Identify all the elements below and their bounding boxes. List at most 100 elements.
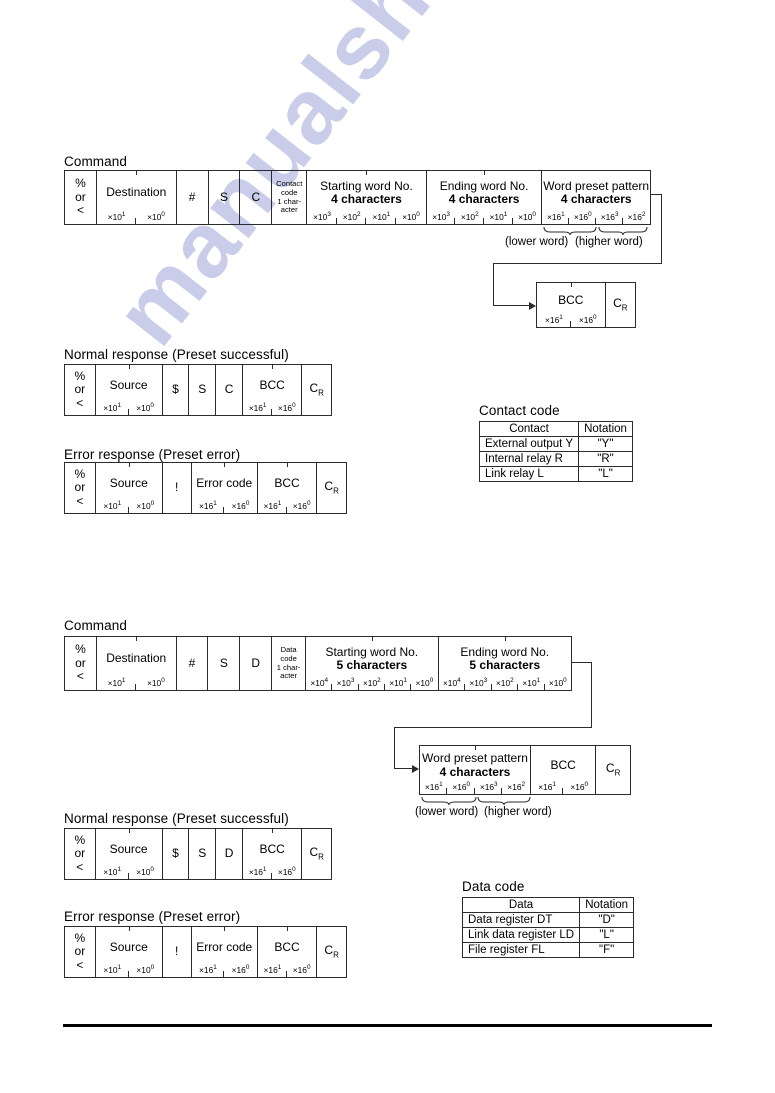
table-row: Link relay L "L" xyxy=(478,466,634,482)
cell-cr: CR xyxy=(324,478,339,496)
table-row: External output Y "Y" xyxy=(478,436,634,452)
block2-error-title: Error response (Preset error) xyxy=(64,909,241,924)
cell-starting-word-no: Starting word No. 5 characters ×104 ×103… xyxy=(306,636,439,690)
cell-d: D xyxy=(240,637,273,690)
data-label: Link data register LD xyxy=(461,927,581,943)
notation-value: "D" xyxy=(579,912,635,928)
higher-word-label-1: (higher word) xyxy=(575,236,643,248)
contact-label: Internal relay R xyxy=(478,451,580,467)
connector-2-seg3 xyxy=(394,727,592,728)
th-notation: Notation xyxy=(578,421,634,437)
cell-s: S xyxy=(189,829,217,879)
connector-2-seg1 xyxy=(572,662,592,663)
block1-normal-title: Normal response (Preset successful) xyxy=(64,347,289,362)
cell-cr: CR xyxy=(613,295,628,313)
contact-code-title: Contact code xyxy=(479,403,560,418)
cell-source: Source ×101 ×100 xyxy=(96,926,163,977)
table-row: File register FL "F" xyxy=(461,942,635,958)
cell-bcc: BCC ×161 ×160 xyxy=(537,282,606,327)
cell-c: C xyxy=(240,171,273,224)
block2-preset-frame: Word preset pattern 4 characters ×161 ×1… xyxy=(419,745,631,795)
cell-bcc: BCC ×161 ×160 xyxy=(243,828,303,879)
block1-error-frame: % or < Source ×101 ×100 ! Error code ×16… xyxy=(64,462,347,514)
cell-hash: # xyxy=(177,637,209,690)
connector-2-seg4 xyxy=(394,727,395,769)
cell-ending-word-no: Ending word No. 4 characters ×103 ×102 ×… xyxy=(427,170,543,224)
cell-error-code: Error code ×161 ×160 xyxy=(192,462,258,513)
cell-d: D xyxy=(216,829,244,879)
cell-dollar: $ xyxy=(163,829,190,879)
exp-d0: ×100 xyxy=(147,211,165,222)
connector-1-seg3 xyxy=(493,263,662,264)
lower-word-label-1: (lower word) xyxy=(505,236,569,248)
table-header-row: Data Notation xyxy=(461,897,635,913)
cell-source: Source ×101 ×100 xyxy=(96,364,163,415)
connector-1-seg5 xyxy=(493,305,532,306)
block2-command-title: Command xyxy=(64,618,127,633)
connector-1-seg4 xyxy=(493,263,494,306)
cell-start-code: % or < xyxy=(65,927,96,977)
cell-start-code: % or < xyxy=(65,365,96,415)
cell-destination: Destination ×101 ×100 xyxy=(97,636,177,690)
block2-command-frame: % or < Destination ×101 ×100 # S D Data … xyxy=(64,636,572,691)
notation-value: "R" xyxy=(578,451,634,467)
block2-normal-title: Normal response (Preset successful) xyxy=(64,811,289,826)
table-row: Internal relay R "R" xyxy=(478,451,634,467)
exp-d1: ×101 xyxy=(97,211,137,224)
block1-error-title: Error response (Preset error) xyxy=(64,447,241,462)
connector-2-seg2 xyxy=(591,662,592,728)
block1-normal-frame: % or < Source ×101 ×100 $ S C BCC ×161 ×… xyxy=(64,364,332,416)
connector-1-arrow xyxy=(529,302,536,310)
cell-exclamation: ! xyxy=(163,463,192,513)
cell-start-code: % or < xyxy=(65,463,96,513)
cell-s: S xyxy=(208,637,241,690)
cell-dollar: $ xyxy=(163,365,190,415)
cell-bcc: BCC ×161 ×160 xyxy=(258,926,318,977)
notation-value: "L" xyxy=(578,466,634,482)
document-page: manualshive.com Command % or < Destinati… xyxy=(0,0,775,1093)
cell-word-preset-pattern: Word preset pattern 4 characters ×161 ×1… xyxy=(420,745,531,794)
cell-source: Source ×101 ×100 xyxy=(96,828,163,879)
data-label: Data register DT xyxy=(461,912,581,928)
notation-value: "L" xyxy=(579,927,635,943)
lower-word-brace-2 xyxy=(421,796,477,805)
block1-bcc-frame: BCC ×161 ×160 CR xyxy=(536,282,636,328)
cell-start-code: % or < xyxy=(65,829,96,879)
data-code-title: Data code xyxy=(462,879,525,894)
connector-2-arrow xyxy=(412,765,419,773)
contact-label: External output Y xyxy=(478,436,580,452)
cell-start-code: % or < xyxy=(65,637,97,690)
block1-command-frame: % or < Destination ×101 ×100 # S C Conta… xyxy=(64,170,651,225)
th-contact: Contact xyxy=(478,421,580,437)
data-label: File register FL xyxy=(461,942,581,958)
cell-cr: CR xyxy=(324,942,339,960)
footer-rule xyxy=(63,1024,712,1027)
cell-error-code: Error code ×161 ×160 xyxy=(192,926,258,977)
cell-start-code: % or < xyxy=(65,171,97,224)
notation-value: "F" xyxy=(579,942,635,958)
cell-destination: Destination ×101 ×100 xyxy=(97,170,177,224)
cell-source: Source ×101 ×100 xyxy=(96,462,163,513)
table-row: Link data register LD "L" xyxy=(461,927,635,943)
cell-s: S xyxy=(189,365,217,415)
block2-normal-frame: % or < Source ×101 ×100 $ S D BCC ×161 ×… xyxy=(64,828,332,880)
th-notation: Notation xyxy=(579,897,635,913)
cell-word-preset-pattern: Word preset pattern 4 characters ×161 ×1… xyxy=(543,178,650,224)
cell-hash: # xyxy=(177,171,209,224)
cell-bcc: BCC ×161 ×160 xyxy=(531,746,597,794)
cell-data-code: Data code 1 char- acter xyxy=(272,637,307,690)
higher-word-brace-1 xyxy=(598,226,650,235)
cell-bcc: BCC ×161 ×160 xyxy=(258,462,318,513)
cell-contact-code: Contact code 1 char- acter xyxy=(272,171,308,224)
cell-cr: CR xyxy=(605,760,621,778)
cell-bcc: BCC ×161 ×160 xyxy=(243,364,303,415)
higher-word-label-2: (higher word) xyxy=(484,806,552,818)
contact-label: Link relay L xyxy=(478,466,580,482)
cell-ending-word-no: Ending word No. 5 characters ×104 ×103 ×… xyxy=(439,636,571,690)
higher-word-brace-2 xyxy=(477,796,531,805)
notation-value: "Y" xyxy=(578,436,634,452)
cell-exclamation: ! xyxy=(163,927,192,977)
connector-1-seg2 xyxy=(661,194,662,264)
lower-word-label-2: (lower word) xyxy=(415,806,479,818)
data-code-table: Data Notation Data register DT "D" Link … xyxy=(461,897,635,958)
